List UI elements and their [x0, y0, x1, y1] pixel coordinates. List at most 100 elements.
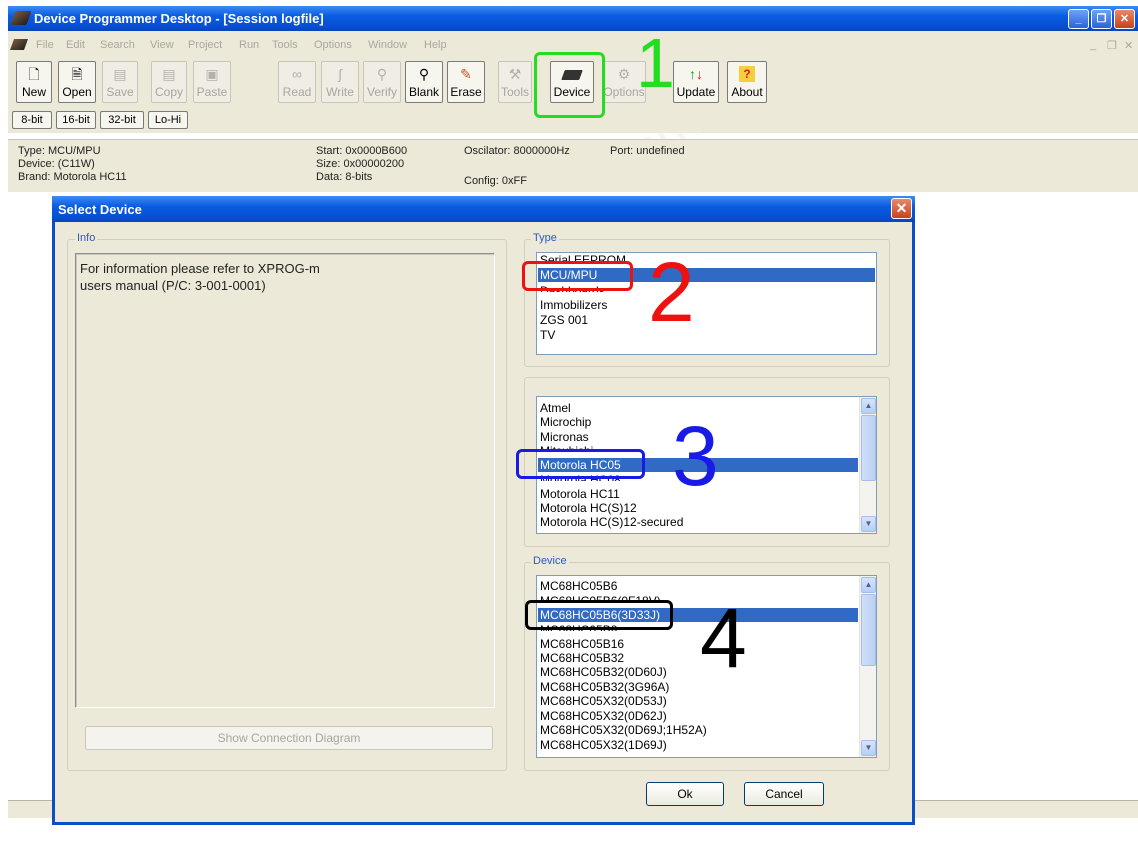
- annotation-highlight-device-item: [525, 600, 673, 630]
- scroll-thumb[interactable]: [861, 594, 876, 666]
- annotation-number-1: 1: [636, 24, 675, 102]
- window-title: Device Programmer Desktop - [Session log…: [34, 11, 324, 26]
- mdi-minimize-icon[interactable]: _: [1090, 39, 1096, 51]
- close-button[interactable]: ✕: [1114, 9, 1135, 29]
- list-item[interactable]: Serial EEPROM: [540, 253, 626, 261]
- write-icon: ʃ: [338, 66, 342, 82]
- read-icon: ∞: [292, 66, 302, 82]
- list-item[interactable]: Motorola HC11: [540, 487, 620, 501]
- bit-32-button[interactable]: 32-bit: [100, 111, 144, 129]
- list-item[interactable]: MC68HC05X32(1D69J): [540, 738, 667, 752]
- menu-run[interactable]: Run: [239, 39, 259, 51]
- erase-button[interactable]: ✎ Erase: [447, 61, 485, 103]
- maximize-button[interactable]: ❐: [1091, 9, 1112, 29]
- list-item[interactable]: Microchip: [540, 415, 591, 429]
- menu-file[interactable]: File: [36, 39, 54, 51]
- info-text-line2: users manual (P/C: 3-001-0001): [80, 278, 266, 293]
- list-item[interactable]: MC68HC05B32(3G96A): [540, 680, 669, 694]
- scroll-down-icon[interactable]: ▼: [861, 740, 876, 756]
- bit-16-button[interactable]: 16-bit: [56, 111, 96, 129]
- menu-search[interactable]: Search: [100, 39, 135, 51]
- open-file-icon: 🗎: [71, 66, 83, 82]
- help-icon: ?: [739, 66, 755, 82]
- annotation-highlight-brand: [516, 449, 645, 479]
- window-titlebar[interactable]: Device Programmer Desktop - [Session log…: [8, 6, 1138, 31]
- menu-help[interactable]: Help: [424, 39, 447, 51]
- scroll-up-icon[interactable]: ▲: [861, 577, 876, 593]
- show-connection-diagram-button[interactable]: Show Connection Diagram: [85, 726, 493, 750]
- status-device: Device: (C11W): [18, 158, 95, 170]
- menu-edit[interactable]: Edit: [66, 39, 85, 51]
- verify-icon: ⚲: [376, 66, 388, 82]
- status-size: Size: 0x00000200: [316, 158, 405, 170]
- list-item[interactable]: MC68HC05X32(0D62J): [540, 709, 667, 723]
- status-oscilator: Oscilator: 8000000Hz: [464, 145, 570, 157]
- menu-tools[interactable]: Tools: [272, 39, 298, 51]
- menu-view[interactable]: View: [150, 39, 174, 51]
- status-config: Config: 0xFF: [464, 175, 527, 187]
- annotation-highlight-device: [534, 52, 605, 118]
- info-text-line1: For information please refer to XPROG-m: [80, 261, 320, 276]
- ok-button[interactable]: Ok: [646, 782, 724, 806]
- scroll-up-icon[interactable]: ▲: [861, 398, 876, 414]
- menu-project[interactable]: Project: [188, 39, 222, 51]
- new-file-icon: 🗋: [28, 66, 40, 82]
- type-group-label: Type: [531, 232, 559, 244]
- read-button[interactable]: ∞ Read: [278, 61, 316, 103]
- lo-hi-button[interactable]: Lo-Hi: [148, 111, 188, 129]
- app-menu-icon[interactable]: [9, 39, 29, 50]
- list-item[interactable]: MC68HC05B32: [540, 651, 624, 665]
- paste-button[interactable]: ▣ Paste: [193, 61, 231, 103]
- save-button[interactable]: ▤ Save: [102, 61, 138, 103]
- new-button[interactable]: 🗋 New: [16, 61, 52, 103]
- list-item[interactable]: MC68HC05B6: [540, 579, 617, 593]
- verify-button[interactable]: ⚲ Verify: [363, 61, 401, 103]
- update-arrows-icon: ↑↓: [689, 66, 703, 82]
- info-box: [75, 253, 495, 708]
- scroll-down-icon[interactable]: ▼: [861, 516, 876, 532]
- cancel-button[interactable]: Cancel: [744, 782, 824, 806]
- annotation-highlight-type: [522, 261, 633, 291]
- bit-8-button[interactable]: 8-bit: [12, 111, 52, 129]
- dialog-close-button[interactable]: ✕: [891, 198, 912, 219]
- annotation-number-4: 4: [700, 591, 747, 685]
- erase-icon: ✎: [460, 66, 472, 82]
- list-item[interactable]: MC68HC05X32(0D53J): [540, 694, 667, 708]
- tools-icon: ⚒: [508, 66, 522, 82]
- list-item[interactable]: TV: [540, 328, 555, 342]
- menu-window[interactable]: Window: [368, 39, 407, 51]
- menu-options[interactable]: Options: [314, 39, 352, 51]
- mdi-close-icon[interactable]: ✕: [1124, 39, 1133, 52]
- scroll-thumb[interactable]: [861, 415, 876, 481]
- status-panel: Type: MCU/MPU Device: (C11W) Brand: Moto…: [8, 139, 1138, 192]
- device-list-scrollbar[interactable]: ▲ ▼: [859, 576, 876, 757]
- about-button[interactable]: ? About: [727, 61, 767, 103]
- status-brand: Brand: Motorola HC11: [18, 171, 127, 183]
- write-button[interactable]: ʃ Write: [321, 61, 359, 103]
- update-button[interactable]: ↑↓ Update: [673, 61, 719, 103]
- dialog-titlebar[interactable]: Select Device ✕: [52, 196, 915, 222]
- list-item[interactable]: Micronas: [540, 430, 589, 444]
- list-item[interactable]: Atmel: [540, 401, 571, 415]
- paste-icon: ▣: [205, 66, 219, 82]
- status-type: Type: MCU/MPU: [18, 145, 101, 157]
- list-item[interactable]: Motorola HC(S)12-secured: [540, 515, 683, 529]
- copy-icon: ▤: [162, 66, 176, 82]
- mdi-restore-icon[interactable]: ❐: [1107, 39, 1117, 52]
- open-button[interactable]: 🗎 Open: [58, 61, 96, 103]
- list-item[interactable]: Immobilizers: [540, 298, 607, 312]
- status-data: Data: 8-bits: [316, 171, 373, 183]
- status-port: Port: undefined: [610, 145, 685, 157]
- list-item[interactable]: ZGS 001: [540, 313, 588, 327]
- blank-button[interactable]: ⚲ Blank: [405, 61, 443, 103]
- brand-list-scrollbar[interactable]: ▲ ▼: [859, 397, 876, 533]
- tools-button[interactable]: ⚒ Tools: [498, 61, 532, 103]
- copy-button[interactable]: ▤ Copy: [151, 61, 187, 103]
- annotation-number-3: 3: [672, 409, 719, 503]
- list-item[interactable]: MC68HC05B32(0D60J): [540, 665, 667, 679]
- blank-check-icon: ⚲: [418, 66, 430, 82]
- minimize-button[interactable]: _: [1068, 9, 1089, 29]
- list-item[interactable]: MC68HC05X32(0D69J;1H52A): [540, 723, 707, 737]
- list-item[interactable]: MC68HC05B16: [540, 637, 624, 651]
- list-item[interactable]: Motorola HC(S)12: [540, 501, 637, 515]
